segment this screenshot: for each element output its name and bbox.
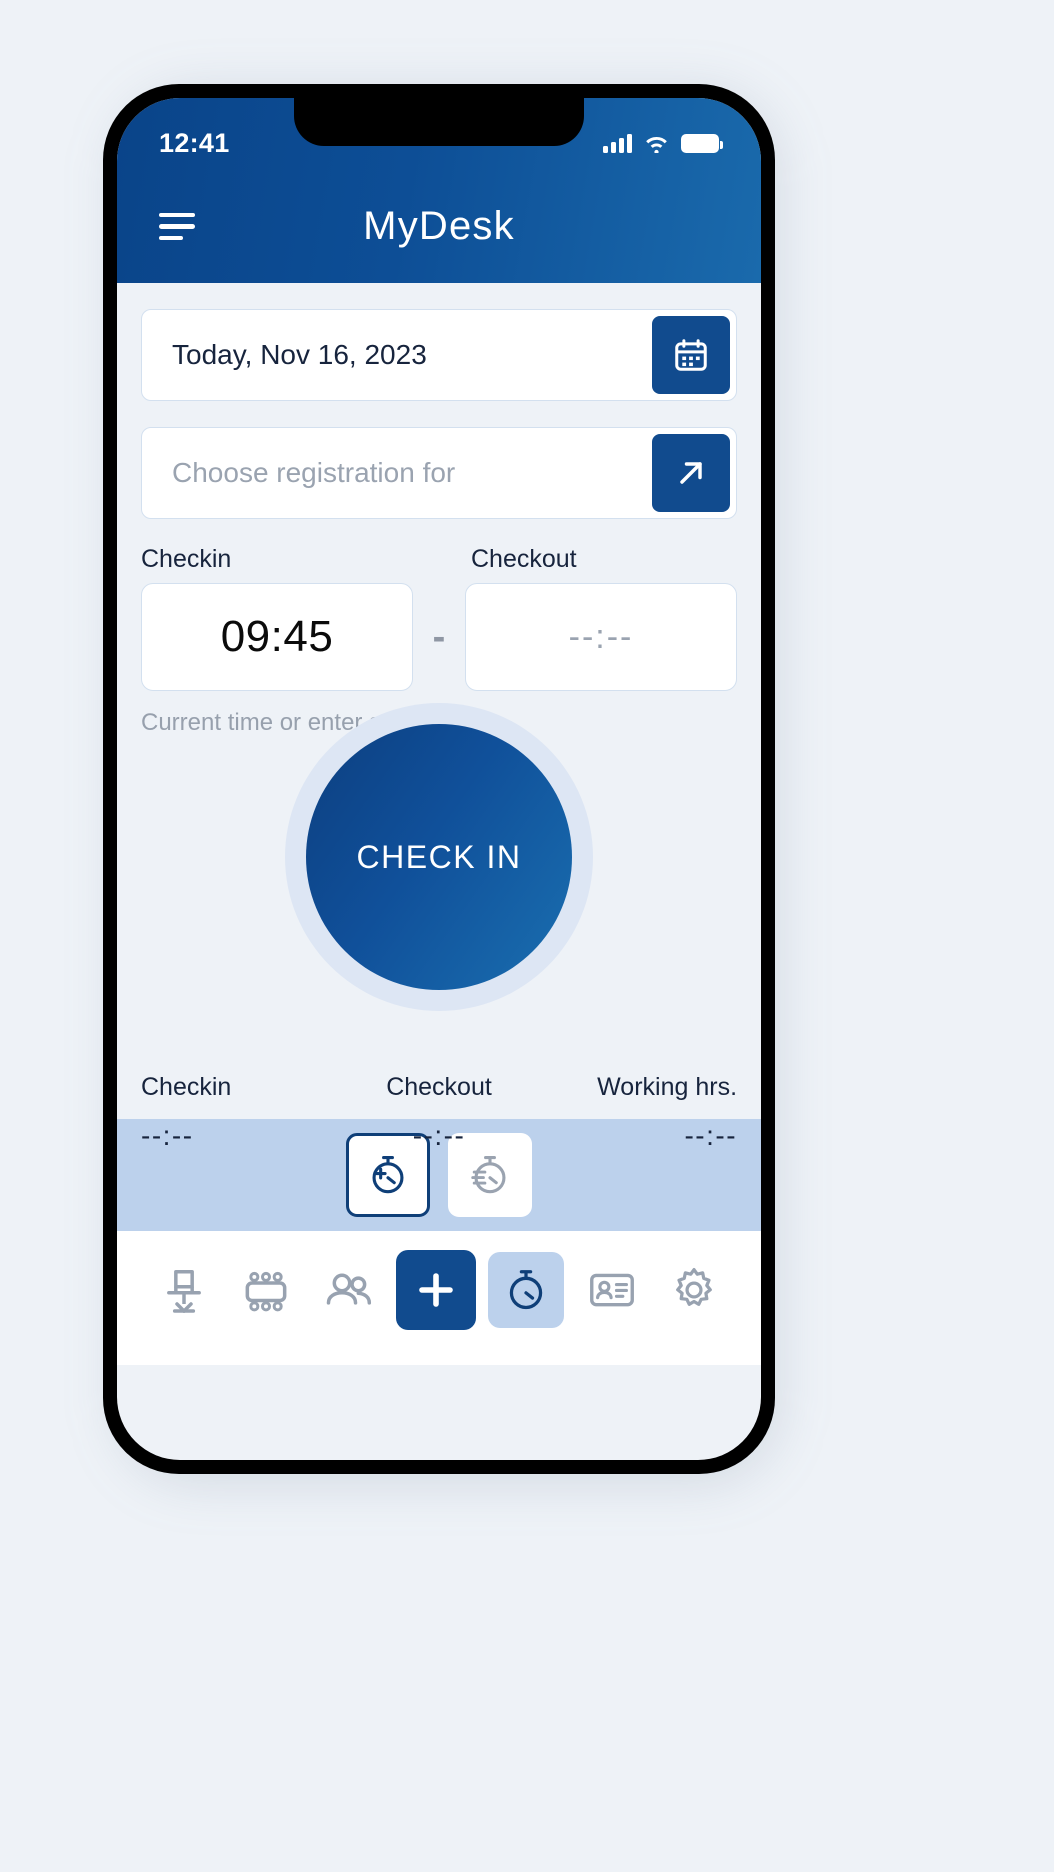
main-content: Today, Nov 16, 2023 Choose registration … — [117, 283, 761, 1151]
hamburger-menu-icon[interactable] — [159, 212, 195, 241]
gear-icon — [675, 1268, 712, 1306]
nav-item-add[interactable] — [395, 1250, 476, 1330]
summary-label: Working hrs. — [597, 1073, 738, 1101]
battery-full-icon — [681, 133, 723, 153]
registration-field-placeholder: Choose registration for — [172, 457, 456, 488]
date-field[interactable]: Today, Nov 16, 2023 — [141, 309, 737, 401]
id-badge-icon — [589, 1273, 634, 1307]
people-icon — [326, 1273, 371, 1305]
registration-field[interactable]: Choose registration for — [141, 427, 737, 519]
stopwatch-lines-icon — [471, 1156, 506, 1194]
phone-frame: 12:41 MyDesk Today, Nov 16, 2023 Choose … — [103, 84, 775, 1474]
checkout-label: Checkout — [471, 545, 577, 573]
registration-open-button[interactable] — [652, 434, 730, 512]
checkout-time-input[interactable]: --:-- — [465, 583, 737, 691]
summary-label: Checkin — [141, 1073, 232, 1101]
date-field-value: Today, Nov 16, 2023 — [172, 339, 427, 370]
summary-column-checkout: Checkout --:-- — [340, 1073, 539, 1152]
bottom-navigation — [117, 1231, 761, 1365]
header-nav-row: MyDesk — [117, 170, 761, 283]
nav-item-desk[interactable] — [149, 1255, 219, 1325]
wifi-icon — [646, 136, 667, 153]
nav-item-meeting-room[interactable] — [231, 1255, 301, 1325]
stopwatch-plus-icon — [372, 1156, 404, 1194]
summary-column-checkin: Checkin --:-- — [141, 1073, 340, 1152]
checkin-label: Checkin — [141, 545, 232, 573]
check-in-button[interactable]: CHECK IN — [306, 724, 572, 990]
status-bar-icons — [603, 133, 723, 153]
calendar-picker-button[interactable] — [652, 316, 730, 394]
summary-value: --:-- — [141, 1120, 194, 1151]
checkin-time-input[interactable]: 09:45 — [141, 583, 413, 691]
calendar-icon — [675, 339, 707, 371]
time-field-labels: Checkin Checkout — [141, 545, 737, 574]
office-chair-icon — [167, 1270, 202, 1313]
time-entry-row: 09:45 - --:-- — [141, 583, 737, 691]
summary-value: --:-- — [684, 1120, 738, 1151]
summary-row: Checkin --:-- Checkout --:-- Working hrs… — [141, 1073, 737, 1152]
phone-notch — [294, 98, 584, 146]
check-in-area: CHECK IN — [117, 703, 761, 1011]
summary-value: --:-- — [412, 1120, 466, 1151]
summary-label: Checkout — [386, 1073, 492, 1101]
nav-item-time-registration[interactable] — [488, 1252, 565, 1328]
check-in-ring: CHECK IN — [285, 703, 593, 1011]
meeting-room-icon — [246, 1271, 287, 1312]
app-brand-title: MyDesk — [363, 204, 515, 248]
stopwatch-icon — [510, 1270, 543, 1310]
arrow-up-right-icon — [680, 462, 702, 484]
status-bar-time: 12:41 — [159, 127, 230, 158]
phone-screen: 12:41 MyDesk Today, Nov 16, 2023 Choose … — [117, 98, 761, 1460]
time-range-separator: - — [432, 615, 446, 658]
signal-bars-icon — [603, 133, 632, 153]
app-header: 12:41 MyDesk — [117, 98, 761, 283]
nav-item-settings[interactable] — [659, 1255, 729, 1325]
summary-column-working-hours: Working hrs. --:-- — [538, 1073, 737, 1152]
nav-item-people[interactable] — [314, 1255, 384, 1325]
plus-icon — [419, 1273, 453, 1307]
nav-item-profile-badge[interactable] — [577, 1255, 647, 1325]
